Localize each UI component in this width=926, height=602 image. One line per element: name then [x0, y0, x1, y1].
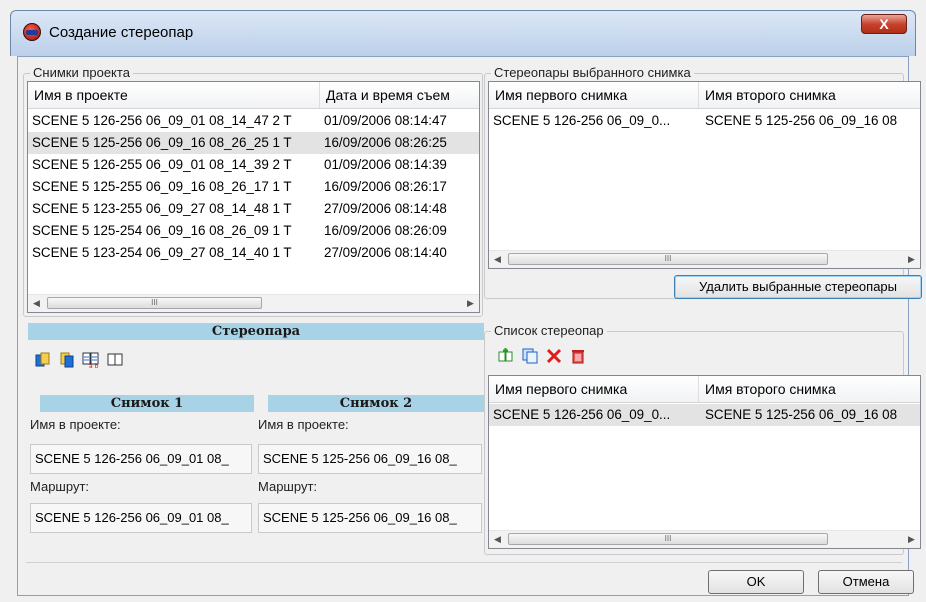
project-images-list[interactable]: Имя в проекте Дата и время съем SCENE 5 … — [27, 81, 480, 313]
scroll-right-icon[interactable]: ▶ — [903, 531, 920, 548]
window-title: Создание стереопар — [49, 24, 194, 41]
list-header: Имя в проекте Дата и время съем — [28, 82, 479, 109]
horizontal-scrollbar[interactable]: ◀ III ▶ — [489, 250, 920, 268]
column-header-date[interactable]: Дата и время съем — [320, 82, 479, 108]
image1-route-label: Маршрут: — [30, 479, 90, 494]
svg-text:a b: a b — [89, 363, 99, 369]
side-by-side-icon[interactable] — [106, 351, 124, 369]
stereopair-title: Стереопара — [28, 323, 484, 340]
table-cell: SCENE 5 126-255 06_09_01 08_14_39 2 T — [32, 157, 292, 172]
table-cell: SCENE 5 125-256 06_09_16 08 — [705, 407, 898, 422]
copy-right-icon[interactable] — [58, 351, 76, 369]
table-row[interactable]: SCENE 5 126-256 06_09_01 08_14_47 2 T 01/… — [28, 110, 479, 132]
column-header-second[interactable]: Имя второго снимка — [699, 376, 920, 402]
table-cell: 27/09/2006 08:14:40 — [324, 245, 447, 260]
table-cell: 16/09/2006 08:26:25 — [324, 135, 447, 150]
image1-route-field[interactable]: SCENE 5 126-256 06_09_01 08_ — [30, 503, 252, 533]
scroll-right-icon[interactable]: ▶ — [903, 251, 920, 268]
table-cell: 27/09/2006 08:14:48 — [324, 201, 447, 216]
delete-all-icon[interactable] — [569, 347, 587, 365]
image1-name-field[interactable]: SCENE 5 126-256 06_09_01 08_ — [30, 444, 252, 474]
table-cell: SCENE 5 126-256 06_09_0... — [493, 407, 671, 422]
image2-route-field[interactable]: SCENE 5 125-256 06_09_16 08_ — [258, 503, 482, 533]
scroll-right-icon[interactable]: ▶ — [462, 295, 479, 312]
delete-icon[interactable] — [545, 347, 563, 365]
table-cell: SCENE 5 125-254 06_09_16 08_26_09 1 T — [32, 223, 292, 238]
cancel-button[interactable]: Отмена — [818, 570, 914, 594]
add-stereopair-icon[interactable] — [497, 347, 515, 365]
image2-route-label: Маршрут: — [258, 479, 318, 494]
scroll-thumb[interactable]: III — [508, 533, 828, 545]
scroll-left-icon[interactable]: ◀ — [489, 531, 506, 548]
table-row[interactable]: SCENE 5 123-255 06_09_27 08_14_48 1 T 27/… — [28, 198, 479, 220]
table-cell: SCENE 5 125-255 06_09_16 08_26_17 1 T — [32, 179, 292, 194]
selected-stereopairs-label: Стереопары выбранного снимка — [491, 65, 694, 80]
image2-name-label: Имя в проекте: — [258, 417, 349, 432]
auto-create-icon[interactable] — [521, 347, 539, 365]
ok-button[interactable]: OK — [708, 570, 804, 594]
table-row[interactable]: SCENE 5 123-254 06_09_27 08_14_40 1 T 27/… — [28, 242, 479, 264]
app-icon — [23, 23, 41, 41]
table-cell: 16/09/2006 08:26:09 — [324, 223, 447, 238]
table-row[interactable]: SCENE 5 126-256 06_09_0... SCENE 5 125-25… — [489, 404, 920, 426]
table-cell: SCENE 5 123-255 06_09_27 08_14_48 1 T — [32, 201, 292, 216]
column-header-name[interactable]: Имя в проекте — [28, 82, 320, 108]
stereopair-list-label: Список стереопар — [491, 323, 607, 338]
footer-separator — [26, 562, 902, 563]
scroll-thumb[interactable]: III — [508, 253, 828, 265]
table-cell: 01/09/2006 08:14:39 — [324, 157, 447, 172]
table-row[interactable]: SCENE 5 125-254 06_09_16 08_26_09 1 T 16/… — [28, 220, 479, 242]
scroll-left-icon[interactable]: ◀ — [489, 251, 506, 268]
table-cell: SCENE 5 125-256 06_09_16 08 — [705, 113, 898, 128]
swap-images-icon[interactable]: a b — [82, 351, 100, 369]
horizontal-scrollbar[interactable]: ◀ III ▶ — [489, 530, 920, 548]
dialog-client: Снимки проекта Имя в проекте Дата и врем… — [17, 56, 922, 596]
column-header-first[interactable]: Имя первого снимка — [489, 82, 699, 108]
dialog-window: Создание стереопар X Снимки проекта Имя … — [10, 10, 922, 602]
table-cell: 16/09/2006 08:26:17 — [324, 179, 447, 194]
table-row[interactable]: SCENE 5 126-256 06_09_0... SCENE 5 125-25… — [489, 110, 920, 132]
close-button[interactable]: X — [861, 14, 907, 34]
stereopair-list[interactable]: Имя первого снимка Имя второго снимка SC… — [488, 375, 921, 549]
project-images-label: Снимки проекта — [30, 65, 133, 80]
list-header: Имя первого снимка Имя второго снимка — [489, 376, 920, 403]
table-row[interactable]: SCENE 5 126-255 06_09_01 08_14_39 2 T 01/… — [28, 154, 479, 176]
image1-title: Снимок 1 — [40, 395, 254, 412]
delete-selected-stereopairs-button[interactable]: Удалить выбранные стереопары — [674, 275, 922, 299]
horizontal-scrollbar[interactable]: ◀ III ▶ — [28, 294, 479, 312]
image1-name-label: Имя в проекте: — [30, 417, 121, 432]
image2-title: Снимок 2 — [268, 395, 484, 412]
copy-left-icon[interactable] — [34, 351, 52, 369]
list-header: Имя первого снимка Имя второго снимка — [489, 82, 920, 109]
table-cell: SCENE 5 125-256 06_09_16 08_26_25 1 T — [32, 135, 292, 150]
scroll-thumb[interactable]: III — [47, 297, 262, 309]
table-row[interactable]: SCENE 5 125-255 06_09_16 08_26_17 1 T 16/… — [28, 176, 479, 198]
table-cell: SCENE 5 123-254 06_09_27 08_14_40 1 T — [32, 245, 292, 260]
column-header-first[interactable]: Имя первого снимка — [489, 376, 699, 402]
column-header-second[interactable]: Имя второго снимка — [699, 82, 920, 108]
selected-stereopairs-list[interactable]: Имя первого снимка Имя второго снимка SC… — [488, 81, 921, 269]
table-row[interactable]: SCENE 5 125-256 06_09_16 08_26_25 1 T 16/… — [28, 132, 479, 154]
title-bar[interactable]: Создание стереопар X — [10, 10, 916, 56]
table-cell: SCENE 5 126-256 06_09_0... — [493, 113, 671, 128]
scroll-left-icon[interactable]: ◀ — [28, 295, 45, 312]
table-cell: SCENE 5 126-256 06_09_01 08_14_47 2 T — [32, 113, 292, 128]
table-cell: 01/09/2006 08:14:47 — [324, 113, 447, 128]
image2-name-field[interactable]: SCENE 5 125-256 06_09_16 08_ — [258, 444, 482, 474]
